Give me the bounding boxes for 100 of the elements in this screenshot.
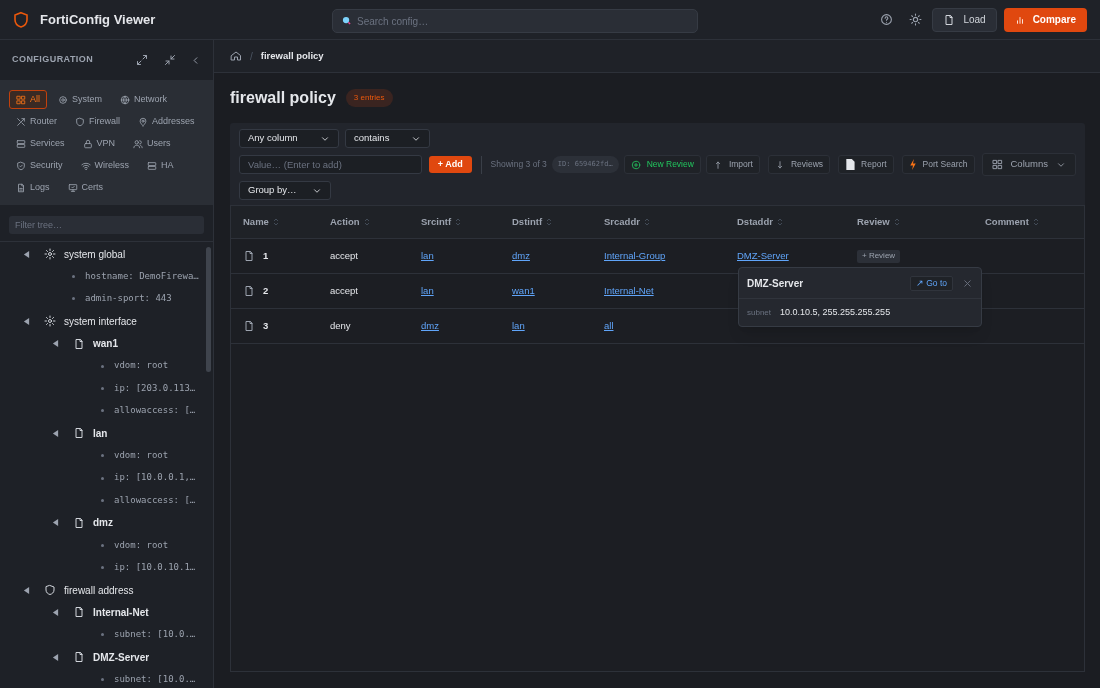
link[interactable]: lan <box>421 248 434 264</box>
collapse-toggle-icon[interactable] <box>23 586 30 594</box>
column-header[interactable]: Dstaddr <box>737 214 773 230</box>
category-chip[interactable]: Services <box>9 134 72 153</box>
link[interactable]: lan <box>421 283 434 299</box>
group-by-select[interactable]: Group by… <box>239 181 331 200</box>
column-header[interactable]: Comment <box>985 214 1029 230</box>
home-button[interactable] <box>230 50 242 62</box>
tree-field[interactable]: ip: [10.0.10.1… <box>114 560 196 575</box>
lock-icon <box>82 138 93 149</box>
category-chip[interactable]: VPN <box>75 134 123 153</box>
plus-circle-icon <box>630 159 641 170</box>
collapse-toggle-icon[interactable] <box>23 250 30 258</box>
value-field[interactable]: Value… (Enter to add) <box>239 155 422 174</box>
tree-field[interactable]: vdom: root <box>114 448 169 463</box>
bar-chart-icon <box>1014 14 1025 25</box>
tree-node[interactable]: DMZ-Server <box>93 649 150 665</box>
link[interactable]: dmz <box>512 248 530 264</box>
category-chip[interactable]: System <box>51 90 110 109</box>
column-header[interactable]: Srcaddr <box>604 214 640 230</box>
toolbar-button[interactable]: Report <box>838 155 894 174</box>
filter-tree-field[interactable]: Filter tree… <box>9 216 204 234</box>
entries-badge: 3 entries <box>345 89 393 107</box>
operator-select[interactable]: contains <box>345 129 430 148</box>
tree-field[interactable]: hostname: DemoFirewa… <box>85 269 199 284</box>
link[interactable]: lan <box>512 318 525 334</box>
collapse-toggle-icon[interactable] <box>52 429 59 437</box>
tree-field[interactable]: allowaccess: [… <box>114 404 196 418</box>
scrollbar[interactable] <box>206 247 211 372</box>
collapse-toggle-icon[interactable] <box>52 608 59 616</box>
link[interactable]: DMZ-Server <box>737 248 789 264</box>
load-button[interactable]: Load <box>932 7 997 32</box>
tree-field[interactable]: allowaccess: [… <box>114 493 196 508</box>
tree-field[interactable]: ip: [203.0.113… <box>114 381 196 396</box>
link[interactable]: Internal-Net <box>604 283 654 299</box>
collapse-all-button[interactable] <box>164 54 176 66</box>
category-chip[interactable]: Security <box>9 156 70 175</box>
bullet-icon <box>101 633 104 637</box>
tree-field[interactable]: subnet: [10.0.… <box>114 628 196 642</box>
table-cell-text: deny <box>330 318 351 333</box>
collapse-toggle-icon[interactable] <box>52 653 59 661</box>
close-button[interactable] <box>962 277 973 289</box>
search-icon <box>342 15 351 25</box>
map-pin-icon <box>138 116 149 127</box>
tree-node[interactable]: wan1 <box>93 336 118 352</box>
search-field[interactable]: Search config… <box>332 9 698 33</box>
column-select[interactable]: Any column <box>239 129 339 148</box>
collapse-toggle-icon[interactable] <box>52 340 59 348</box>
tree-node[interactable]: system interface <box>64 313 137 329</box>
shield-icon <box>75 116 85 127</box>
columns-button[interactable]: Columns <box>981 153 1076 176</box>
expand-all-button[interactable] <box>136 54 148 66</box>
tree-field[interactable]: subnet: [10.0.… <box>114 672 196 687</box>
link[interactable]: Internal-Group <box>604 248 666 264</box>
tree-node[interactable]: Internal-Net <box>93 604 149 620</box>
tree-node[interactable]: system global <box>64 246 126 262</box>
tree-field[interactable]: admin-sport: 443 <box>85 292 172 306</box>
column-header[interactable]: Review <box>857 214 890 230</box>
column-header[interactable]: Srcintf <box>421 214 452 230</box>
category-chip[interactable]: Firewall <box>68 112 128 131</box>
toolbar-button[interactable]: Port Search <box>901 155 975 174</box>
theme-toggle-button[interactable] <box>909 13 923 26</box>
tree-field[interactable]: vdom: root <box>114 538 169 552</box>
go-to-button[interactable]: ↗ Go to <box>909 275 953 291</box>
toolbar-button[interactable]: Reviews <box>767 155 831 174</box>
collapse-icon <box>164 54 176 66</box>
review-button[interactable]: + Review <box>857 249 901 263</box>
category-chip[interactable]: Router <box>9 112 64 131</box>
collapse-toggle-icon[interactable] <box>52 519 59 527</box>
add-filter-button[interactable]: + Add <box>428 156 472 173</box>
bullet-icon <box>101 364 104 368</box>
column-header[interactable]: Action <box>330 214 360 230</box>
bullet-icon <box>101 409 104 413</box>
tree-field[interactable]: ip: [10.0.0.1,… <box>114 471 196 485</box>
table-cell-text: 2 <box>263 283 269 298</box>
tree-node[interactable]: dmz <box>93 515 113 531</box>
toolbar-button[interactable]: Import <box>705 155 760 174</box>
link[interactable]: dmz <box>421 318 439 334</box>
app-title: FortiConfig Viewer <box>40 10 157 29</box>
category-chip[interactable]: Addresses <box>131 112 202 131</box>
tree-node[interactable]: lan <box>93 425 108 441</box>
link[interactable]: all <box>604 318 614 334</box>
category-chip[interactable]: Users <box>126 134 178 153</box>
collapse-toggle-icon[interactable] <box>23 317 30 325</box>
help-button[interactable] <box>880 13 894 26</box>
column-header[interactable]: Dstintf <box>512 214 543 230</box>
column-header[interactable]: Name <box>243 214 269 230</box>
link[interactable]: wan1 <box>512 283 535 299</box>
tree-field[interactable]: vdom: root <box>114 359 169 373</box>
category-chip[interactable]: All <box>9 90 47 109</box>
category-chip[interactable]: HA <box>140 156 181 175</box>
lightning-icon <box>908 159 917 170</box>
toolbar-button[interactable]: New Review <box>623 155 701 174</box>
category-chip[interactable]: Wireless <box>73 156 137 175</box>
category-chip[interactable]: Logs <box>9 178 57 197</box>
sun-icon <box>909 13 923 26</box>
compare-button[interactable]: Compare <box>1003 7 1087 32</box>
category-chip[interactable]: Network <box>113 90 175 109</box>
tree-node[interactable]: firewall address <box>64 582 134 598</box>
category-chip[interactable]: Certs <box>60 178 111 197</box>
